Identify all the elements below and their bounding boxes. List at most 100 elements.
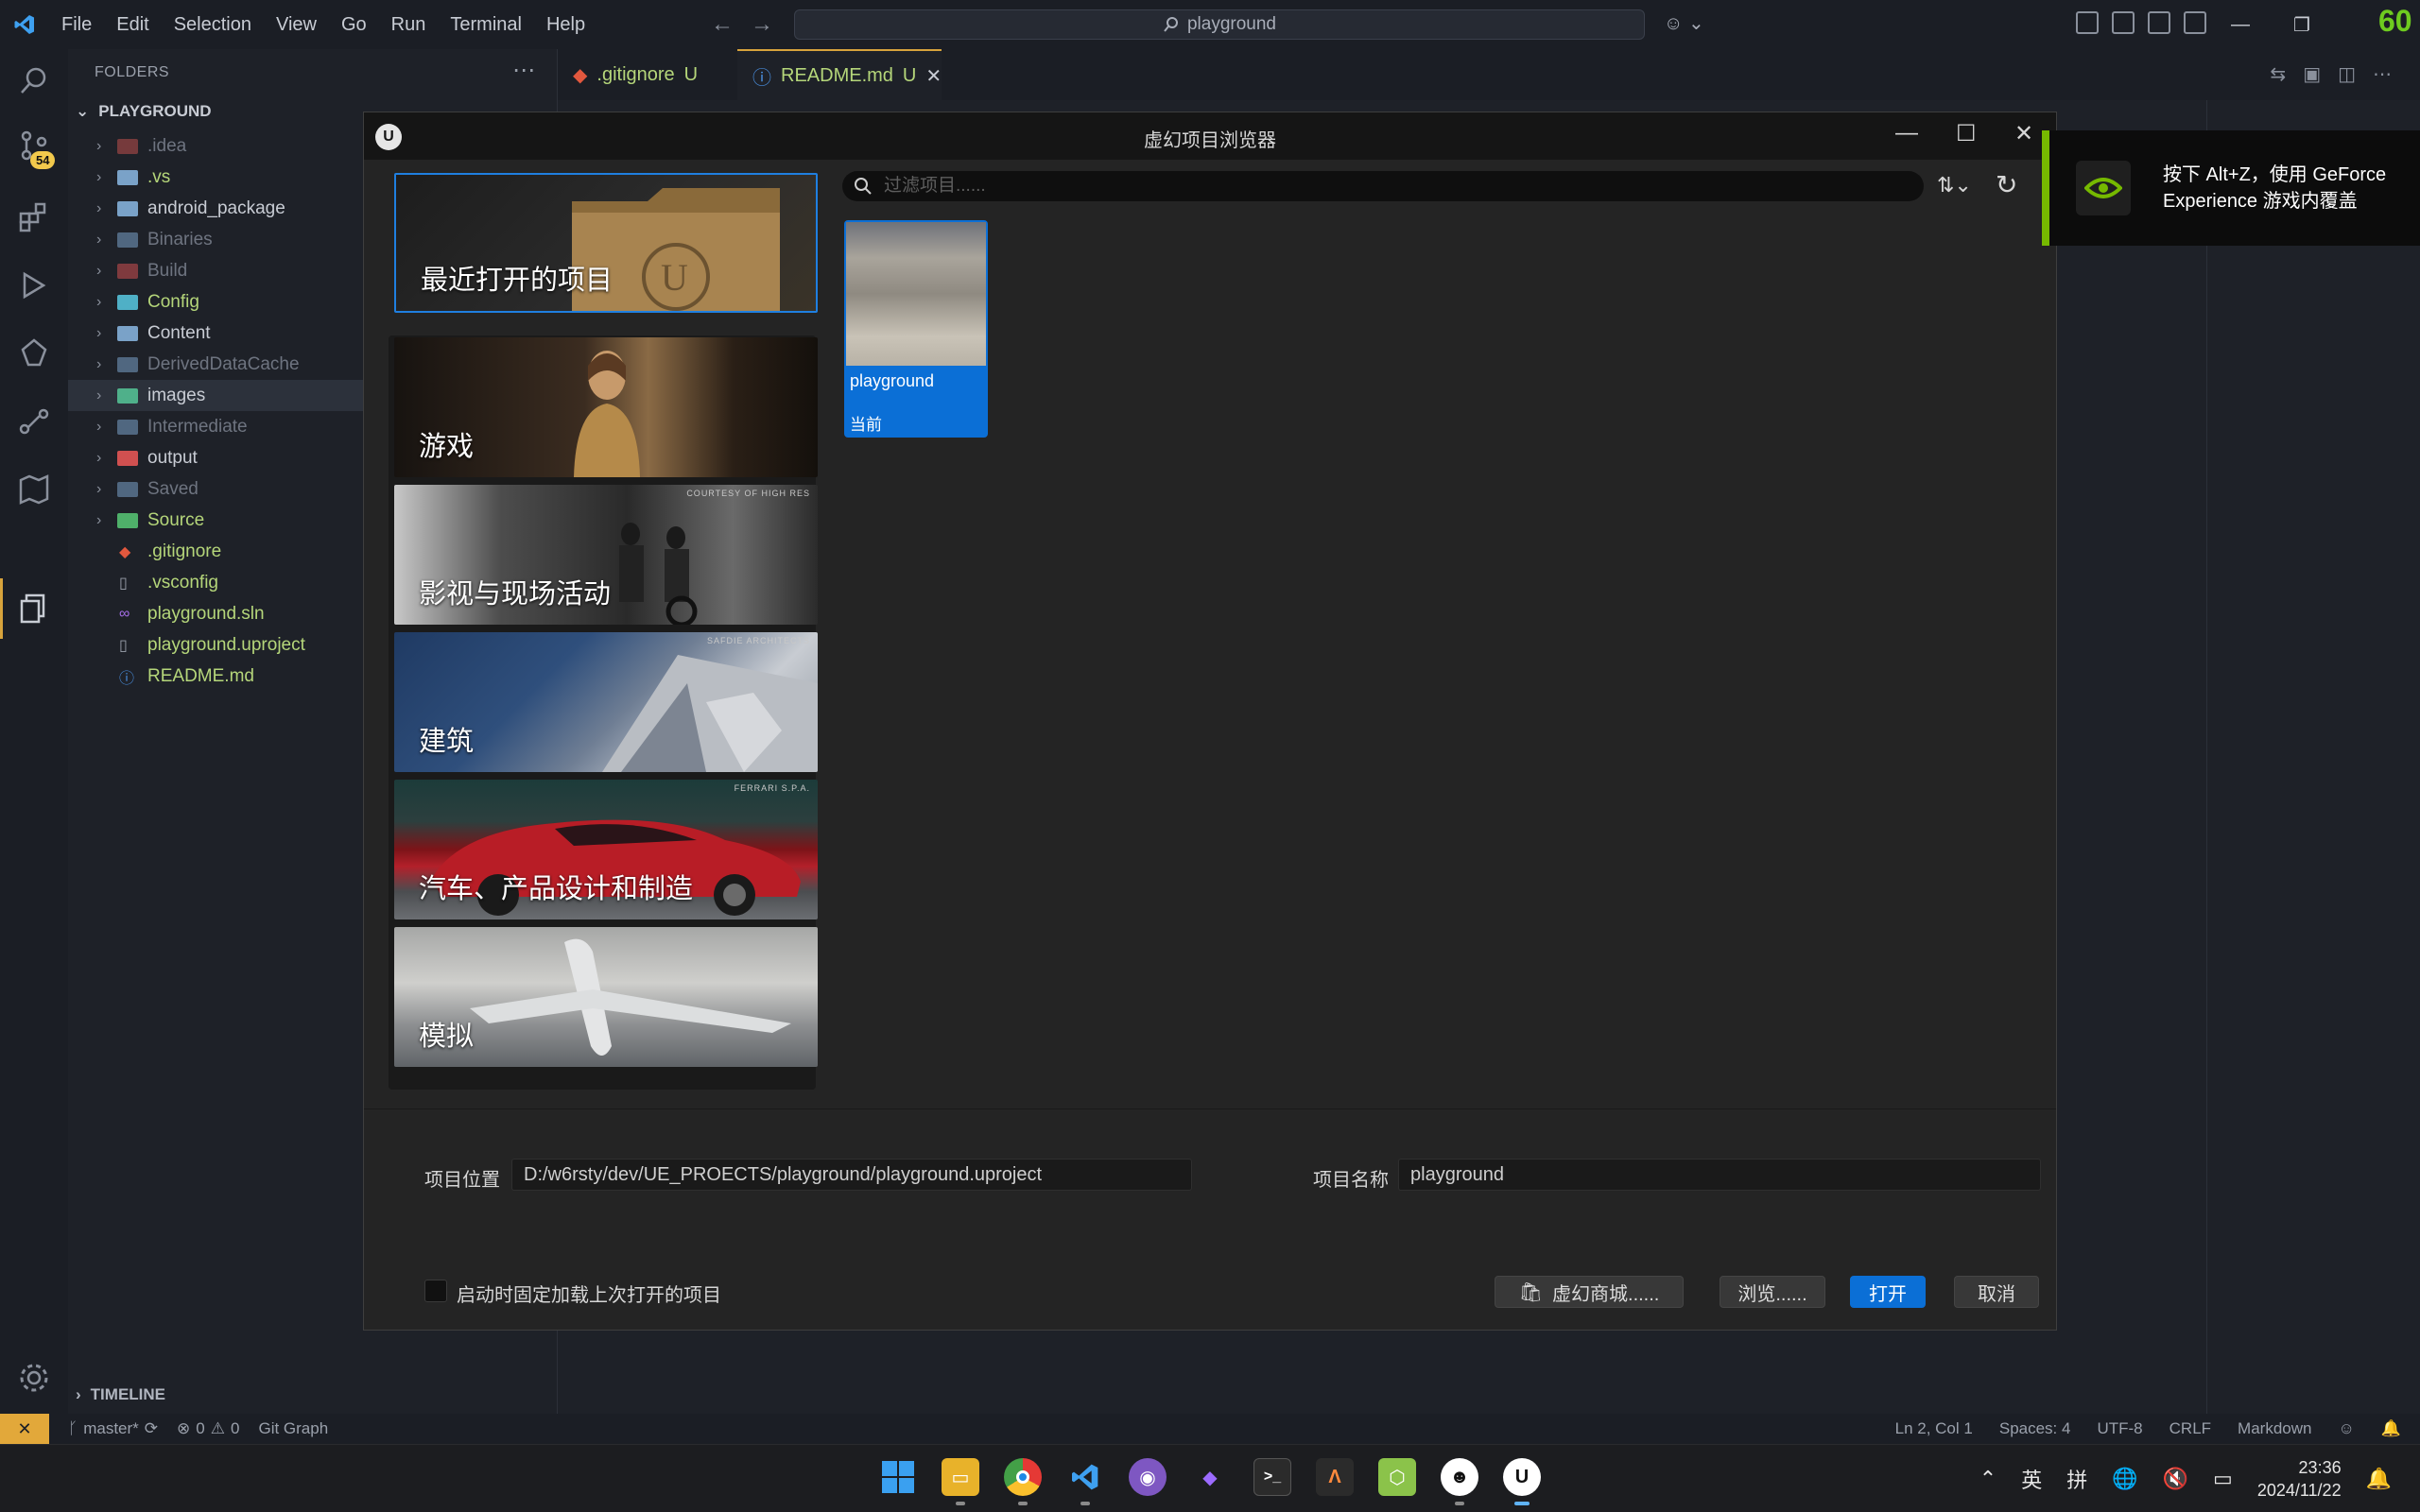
file-icon: ⓘ [119,670,135,687]
open-preview-icon[interactable]: ▣ [2303,62,2321,86]
notification-center-icon[interactable]: 🔔 [2366,1467,2392,1491]
battery-icon[interactable]: ▭ [2213,1467,2233,1491]
category-simulation[interactable]: 模拟 [394,927,818,1067]
customize-layout-icon[interactable] [2184,11,2206,34]
command-center-text: playground [1186,14,1277,34]
indentation[interactable]: Spaces: 4 [1999,1419,2071,1438]
menu-go[interactable]: Go [329,0,379,49]
windows-start-icon[interactable] [879,1458,917,1496]
copilot-icon[interactable]: ☺ ⌄ [1664,11,1704,35]
sort-options-icon[interactable]: ⇅⌄ [1937,173,1972,198]
run-debug-icon[interactable] [17,268,51,302]
category-games[interactable]: 游戏 [394,337,818,477]
clock-date: 2024/11/22 [2256,1481,2342,1500]
project-filter-input[interactable] [884,176,1829,197]
project-name-field[interactable] [1398,1159,2041,1191]
file-explorer-icon[interactable]: ▭ [942,1458,979,1496]
clock[interactable]: 23:36 2024/11/22 [2257,1456,2342,1502]
toggle-panel-icon[interactable] [2112,11,2135,34]
menu-view[interactable]: View [264,0,329,49]
git-graph-icon[interactable] [17,404,51,438]
unreal-taskbar-icon[interactable]: U [1503,1458,1541,1496]
close-tab-icon[interactable]: ✕ [925,64,942,88]
refresh-icon[interactable]: ↻ [1996,169,2017,200]
tree-item-label: .gitignore [147,541,222,561]
minimize-icon[interactable]: — [1895,120,1918,146]
notifications-bell-icon[interactable]: 🔔 [2381,1419,2401,1438]
restore-icon[interactable]: ❐ [2293,13,2310,37]
tree-item-label: Content [147,322,211,343]
folder-icon [117,387,138,404]
minimap-divider [2206,100,2207,1414]
testing-icon[interactable] [17,336,51,370]
minimize-icon[interactable]: — [2231,14,2250,36]
branch-name: master* [83,1419,139,1437]
folder-icon [117,481,138,497]
tab-gitignore[interactable]: ◆ .gitignore U [558,49,737,100]
timeline-section[interactable]: › TIMELINE [76,1385,165,1404]
language-mode[interactable]: Markdown [2238,1419,2311,1438]
open-button[interactable]: 打开 [1850,1276,1926,1308]
title-bar: File Edit Selection View Go Run Terminal… [0,0,2420,49]
menu-file[interactable]: File [49,0,104,49]
folder-root[interactable]: ⌄ PLAYGROUND [76,102,212,121]
category-label: 游戏 [419,432,475,462]
more-actions-icon[interactable]: ⋯ [512,57,535,84]
app-icon[interactable]: ⬡ [1378,1458,1416,1496]
branch-indicator[interactable]: ᚴ master* ⟳ [68,1419,158,1438]
menu-help[interactable]: Help [534,0,597,49]
remote-indicator-icon[interactable]: ✕ [0,1414,49,1444]
menu-selection[interactable]: Selection [162,0,264,49]
qq-icon[interactable]: ☻ [1441,1458,1478,1496]
settings-gear-icon[interactable] [17,1361,51,1395]
split-editor-icon[interactable]: ◫ [2338,62,2356,86]
copilot-status-icon[interactable]: ☺ [2338,1419,2354,1438]
browse-button[interactable]: 浏览...... [1720,1276,1825,1308]
explorer-icon[interactable] [17,592,51,626]
open-changes-icon[interactable]: ⇆ [2270,62,2286,86]
vscode-taskbar-icon[interactable] [1066,1458,1104,1496]
network-icon[interactable]: 🌐 [2112,1467,2137,1491]
extensions-icon[interactable] [17,200,51,234]
project-location-field[interactable] [511,1159,1192,1191]
menu-terminal[interactable]: Terminal [438,0,534,49]
back-arrow-icon[interactable]: ← [711,11,734,38]
volume-muted-icon[interactable]: 🔇 [2163,1467,2188,1491]
encoding[interactable]: UTF-8 [2097,1419,2142,1438]
chrome-icon[interactable] [1004,1458,1042,1496]
category-recent-projects[interactable]: U 最近打开的项目 [394,173,818,313]
search-icon[interactable] [17,64,51,98]
more-actions-icon[interactable]: ⋯ [2373,62,2392,86]
maximize-icon[interactable]: ☐ [1956,120,1977,147]
category-automotive[interactable]: FERRARI S.P.A. 汽车、产品设计和制造 [394,780,818,919]
git-graph-button[interactable]: Git Graph [258,1419,328,1438]
menu-run[interactable]: Run [379,0,439,49]
ime-language[interactable]: 英 [2021,1464,2042,1494]
forward-arrow-icon[interactable]: → [751,11,773,38]
chevron-up-icon[interactable]: ⌃ [1979,1467,1996,1491]
startup-checkbox[interactable] [424,1280,447,1302]
ime-mode[interactable]: 拼 [2066,1464,2087,1494]
command-center-search[interactable]: playground [794,9,1645,40]
close-icon[interactable]: ✕ [2014,120,2033,147]
toggle-primary-sidebar-icon[interactable] [2076,11,2099,34]
sublime-icon[interactable]: Λ [1316,1458,1354,1496]
tree-item-label: android_package [147,198,285,218]
category-architecture[interactable]: SAFDIE ARCHITECTS 建筑 [394,632,818,772]
menu-edit[interactable]: Edit [104,0,161,49]
chevron-right-icon: › [96,449,102,466]
line-endings[interactable]: CRLF [2169,1419,2211,1438]
github-desktop-icon[interactable]: ◉ [1129,1458,1167,1496]
marketplace-button[interactable]: 🛍 虚幻商城...... [1495,1276,1684,1308]
map-icon[interactable] [17,472,51,507]
cursor-position[interactable]: Ln 2, Col 1 [1895,1419,1973,1438]
tab-readme[interactable]: ⓘ README.md U ✕ [737,49,942,100]
project-tile[interactable]: playground 当前 [844,220,988,438]
chevron-down-icon: ⌄ [76,102,90,120]
terminal-icon[interactable]: >_ [1253,1458,1291,1496]
category-film-live-events[interactable]: COURTESY OF HIGH RES 影视与现场活动 [394,485,818,625]
toggle-secondary-sidebar-icon[interactable] [2148,11,2170,34]
cancel-button[interactable]: 取消 [1954,1276,2039,1308]
problems-indicator[interactable]: ⊗ 0 ⚠ 0 [177,1419,239,1438]
obsidian-icon[interactable]: ◆ [1191,1458,1229,1496]
